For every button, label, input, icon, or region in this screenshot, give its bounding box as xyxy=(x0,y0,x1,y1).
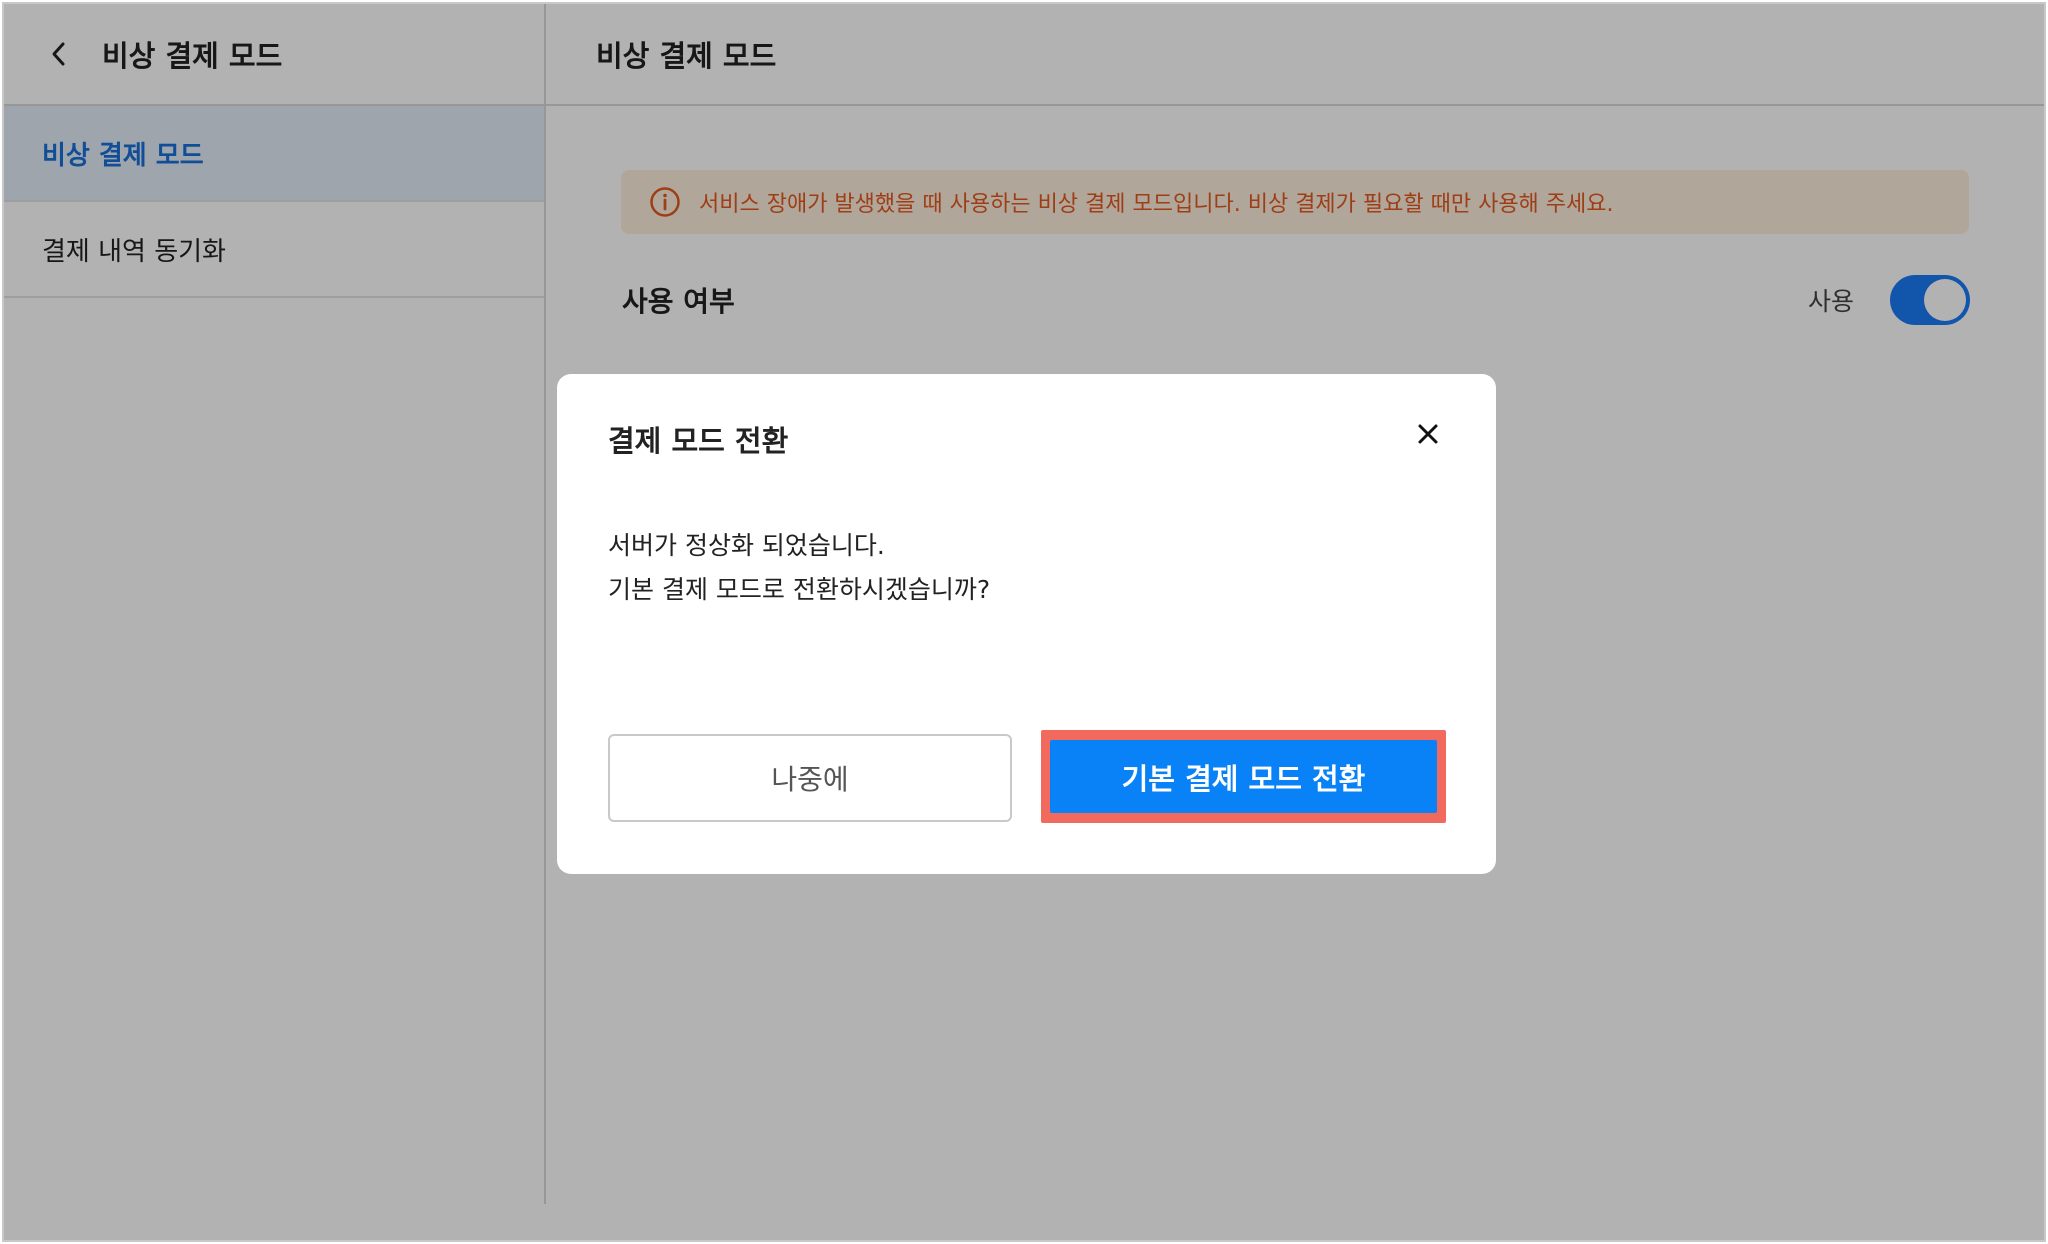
switch-to-default-mode-button[interactable]: 기본 결제 모드 전환 xyxy=(1050,740,1437,813)
mode-switch-dialog: 결제 모드 전환 서버가 정상화 되었습니다. 기본 결제 모드로 전환하시겠습… xyxy=(557,374,1496,874)
dialog-message: 서버가 정상화 되었습니다. 기본 결제 모드로 전환하시겠습니까? xyxy=(608,524,990,612)
later-button[interactable]: 나중에 xyxy=(608,734,1012,822)
dialog-message-line: 기본 결제 모드로 전환하시겠습니까? xyxy=(608,575,991,604)
dialog-title: 결제 모드 전환 xyxy=(608,424,789,458)
app: 비상 결제 모드 비상 결제 모드 결제 내역 동기화 비상 결제 모드 서비스… xyxy=(4,4,2044,1240)
close-icon[interactable] xyxy=(1412,418,1444,450)
dialog-message-line: 서버가 정상화 되었습니다. xyxy=(608,531,885,560)
confirm-button-highlight: 기본 결제 모드 전환 xyxy=(1041,730,1446,823)
app-frame: 비상 결제 모드 비상 결제 모드 결제 내역 동기화 비상 결제 모드 서비스… xyxy=(2,2,2046,1242)
